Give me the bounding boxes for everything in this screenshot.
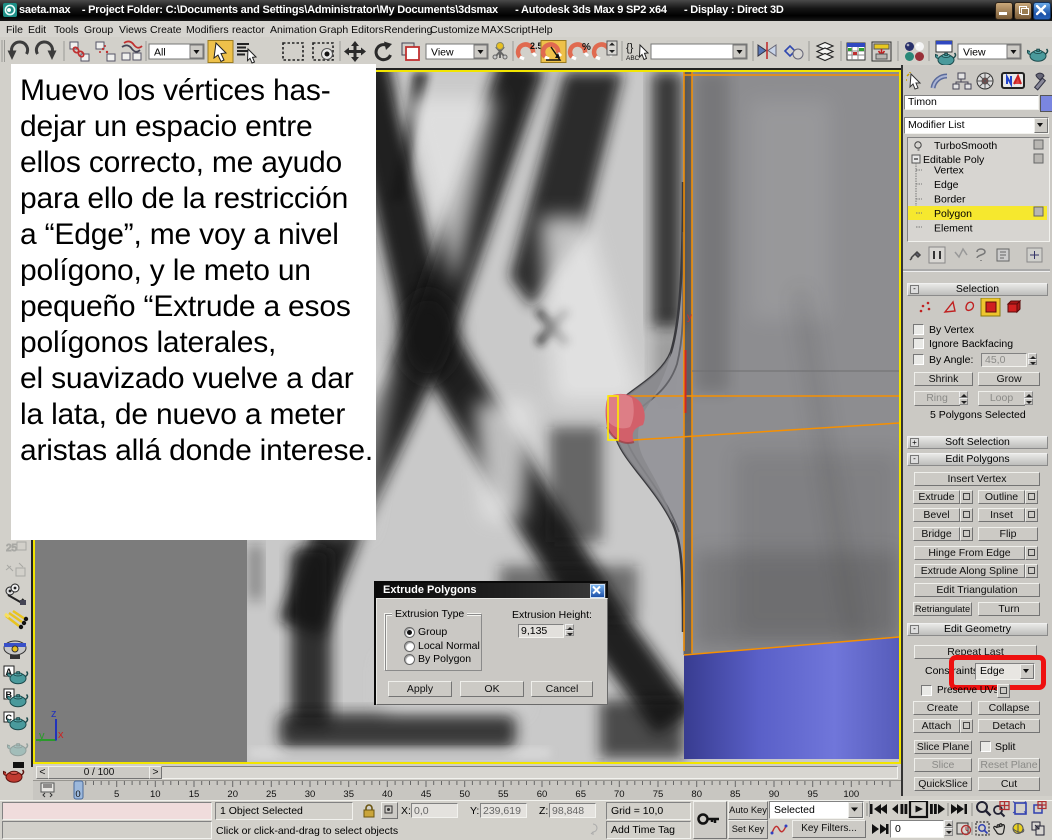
svg-text:Polygon: Polygon [934, 208, 972, 220]
svg-text:60: 60 [537, 789, 548, 800]
svg-text:10: 10 [150, 789, 161, 800]
svg-text:View: View [431, 47, 454, 59]
svg-text:75: 75 [653, 789, 664, 800]
svg-text:x: x [58, 729, 64, 741]
svg-text:25: 25 [6, 543, 18, 554]
svg-text:50: 50 [459, 789, 470, 800]
svg-text:30: 30 [305, 789, 316, 800]
svg-text:15: 15 [189, 789, 200, 800]
svg-text:Border: Border [934, 194, 966, 206]
svg-text:20: 20 [227, 789, 238, 800]
svg-text:Vertex: Vertex [934, 165, 965, 177]
svg-text:y: y [687, 312, 692, 323]
svg-text:95: 95 [807, 789, 818, 800]
svg-text:Element: Element [934, 223, 973, 235]
svg-text:70: 70 [614, 789, 625, 800]
svg-text:90: 90 [769, 789, 780, 800]
svg-text:100: 100 [843, 789, 859, 800]
svg-text:TurboSmooth: TurboSmooth [934, 140, 997, 152]
svg-text:Edge: Edge [934, 179, 959, 191]
svg-text:85: 85 [730, 789, 741, 800]
svg-text:55: 55 [498, 789, 509, 800]
svg-text:View: View [963, 47, 986, 59]
svg-text:65: 65 [575, 789, 586, 800]
svg-text:{}: {} [626, 42, 634, 54]
svg-text:z: z [51, 708, 57, 720]
svg-text:0: 0 [75, 789, 80, 800]
svg-text:45: 45 [421, 789, 432, 800]
svg-text:40: 40 [382, 789, 393, 800]
svg-text:80: 80 [691, 789, 702, 800]
svg-text:35: 35 [343, 789, 354, 800]
svg-text:ABC: ABC [626, 55, 640, 62]
svg-text:5: 5 [114, 789, 119, 800]
svg-text:%: % [582, 42, 591, 53]
svg-text:All: All [154, 47, 166, 59]
svg-text:25: 25 [266, 789, 277, 800]
svg-text:y: y [39, 730, 45, 742]
